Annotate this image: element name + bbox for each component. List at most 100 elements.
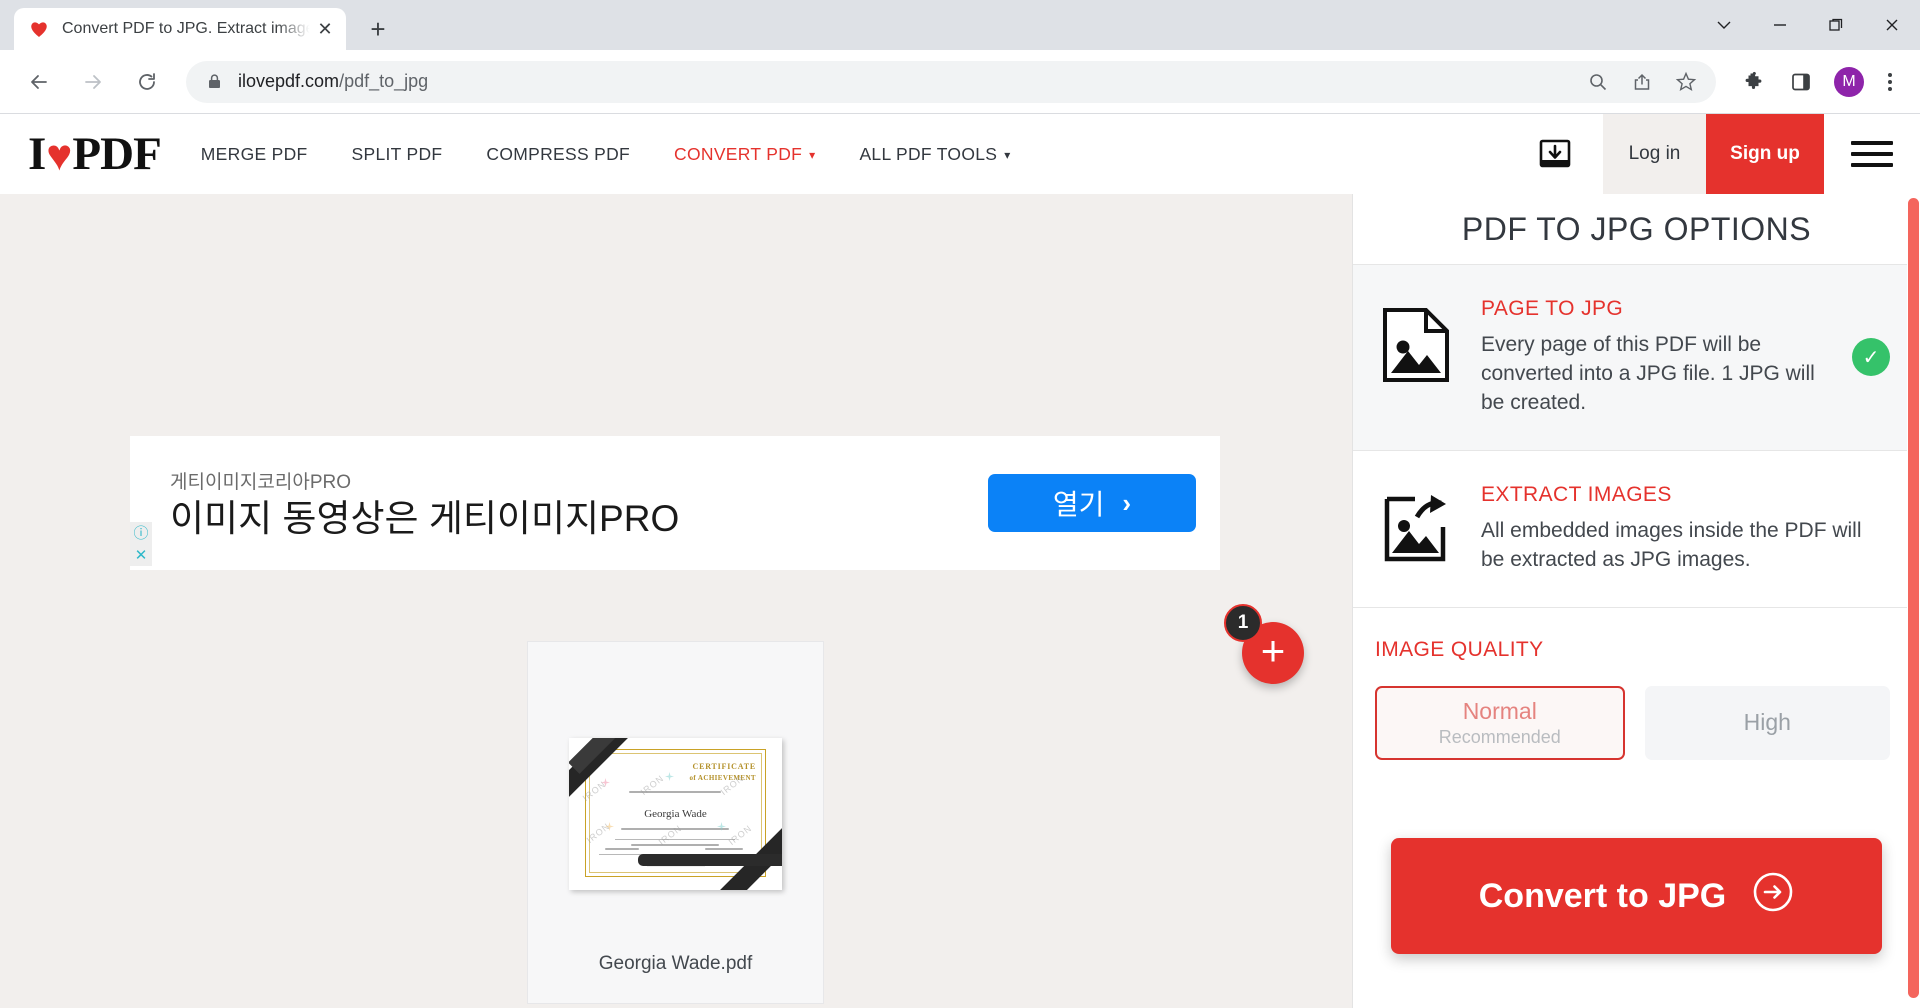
quality-sublabel: Recommended [1438, 726, 1561, 747]
add-file-button[interactable]: + 1 [1224, 604, 1304, 684]
image-quality-section: IMAGE QUALITY Normal Recommended High [1353, 606, 1920, 760]
file-name: Georgia Wade.pdf [598, 953, 753, 974]
certificate-title-line2: of ACHIEVEMENT [689, 773, 756, 782]
nav-split-pdf[interactable]: SPLIT PDF [330, 114, 465, 194]
bookmark-star-icon[interactable] [1666, 62, 1706, 102]
option-page-to-jpg[interactable]: PAGE TO JPG Every page of this PDF will … [1353, 264, 1920, 450]
close-window-icon[interactable] [1864, 0, 1920, 50]
ilovepdf-logo[interactable]: I ♥ PDF [0, 114, 179, 194]
extract-image-icon [1375, 483, 1457, 565]
certificate-text-line [705, 848, 743, 850]
reload-button[interactable] [126, 61, 168, 103]
url-text: ilovepdf.com/pdf_to_jpg [238, 71, 1574, 92]
ad-cta-button[interactable]: 열기 › [988, 474, 1196, 532]
tab-search-chevron-icon[interactable] [1696, 0, 1752, 50]
watermark-mark-icon [601, 778, 610, 787]
extensions-puzzle-icon[interactable] [1732, 61, 1774, 103]
window-controls [1696, 0, 1920, 50]
page-content: I ♥ PDF MERGE PDF SPLIT PDF COMPRESS PDF C… [0, 114, 1920, 1008]
tab-strip: Convert PDF to JPG. Extract images ✕ + [0, 0, 1920, 50]
back-button[interactable] [18, 61, 60, 103]
adchoices-controls: ⓘ ✕ [130, 522, 152, 566]
tab-title: Convert PDF to JPG. Extract images [62, 20, 312, 37]
browser-toolbar: ilovepdf.com/pdf_to_jpg M [0, 50, 1920, 114]
search-icon[interactable] [1578, 62, 1618, 102]
signup-button[interactable]: Sign up [1706, 114, 1824, 194]
share-icon[interactable] [1622, 62, 1662, 102]
option-description: All embedded images inside the PDF will … [1481, 518, 1862, 571]
certificate-text-line [605, 848, 639, 850]
ad-copy: 게티이미지코리아PRO 이미지 동영상은 게티이미지PRO [170, 467, 988, 539]
forward-button[interactable] [72, 61, 114, 103]
profile-avatar[interactable]: M [1834, 66, 1864, 97]
workspace: 게티이미지코리아PRO 이미지 동영상은 게티이미지PRO 열기 › ⓘ ✕ C… [0, 194, 1920, 1008]
arrow-right-circle-icon [1752, 871, 1794, 922]
option-description: Every page of this PDF will be converted… [1481, 333, 1815, 414]
nav-label: COMPRESS PDF [486, 143, 631, 164]
new-tab-button[interactable]: + [360, 11, 396, 47]
corner-ribbon [638, 854, 782, 866]
login-button[interactable]: Log in [1603, 114, 1706, 194]
certificate-title-line1: CERTIFICATE [692, 762, 756, 771]
nav-label: ALL PDF TOOLS [859, 143, 998, 164]
main-navigation: MERGE PDF SPLIT PDF COMPRESS PDF CONVERT… [179, 114, 1033, 194]
minimize-window-icon[interactable] [1752, 0, 1808, 50]
convert-button-label: Convert to JPG [1478, 876, 1727, 915]
nav-all-pdf-tools[interactable]: ALL PDF TOOLS ▾ [837, 114, 1032, 194]
quality-option-high[interactable]: High [1644, 685, 1890, 760]
image-quality-choices: Normal Recommended High [1375, 685, 1890, 760]
side-panel-icon[interactable] [1780, 61, 1822, 103]
omnibox-actions [1574, 62, 1706, 102]
options-sidebar: PDF TO JPG OPTIONS PAGE TO JPG Every pag… [1352, 194, 1920, 1008]
browser-menu-button[interactable] [1872, 61, 1908, 103]
option-body: PAGE TO JPG Every page of this PDF will … [1481, 297, 1828, 418]
nav-label: CONVERT PDF [674, 143, 803, 164]
address-bar[interactable]: ilovepdf.com/pdf_to_jpg [186, 60, 1716, 103]
watermark-mark-icon [717, 822, 726, 831]
chevron-down-icon: ▾ [809, 148, 816, 162]
options-title: PDF TO JPG OPTIONS [1461, 210, 1812, 247]
chevron-down-icon: ▾ [1004, 148, 1011, 162]
header-right-actions: Log in Sign up [1507, 114, 1920, 194]
nav-compress-pdf[interactable]: COMPRESS PDF [464, 114, 652, 194]
page-image-icon [1375, 297, 1457, 383]
nav-label: SPLIT PDF [351, 143, 443, 164]
ad-close-icon[interactable]: ✕ [130, 544, 152, 566]
advertisement: 게티이미지코리아PRO 이미지 동영상은 게티이미지PRO 열기 › ⓘ ✕ [130, 436, 1220, 570]
watermark-mark-icon [605, 822, 614, 831]
nav-label: MERGE PDF [200, 143, 308, 164]
nav-merge-pdf[interactable]: MERGE PDF [179, 114, 330, 194]
lock-icon [204, 73, 224, 90]
browser-tab[interactable]: Convert PDF to JPG. Extract images ✕ [14, 8, 346, 50]
ad-info-icon[interactable]: ⓘ [130, 522, 152, 544]
file-card[interactable]: CERTIFICATE of ACHIEVEMENT Georgia Wade [527, 641, 824, 1004]
chevron-right-icon: › [1122, 487, 1132, 518]
watermark-mark-icon [665, 772, 674, 781]
browser-window: Convert PDF to JPG. Extract images ✕ + i… [0, 0, 1920, 1008]
page-scrollbar[interactable] [1907, 194, 1920, 1008]
nav-convert-pdf[interactable]: CONVERT PDF ▾ [652, 114, 837, 194]
certificate-artwork: CERTIFICATE of ACHIEVEMENT Georgia Wade [569, 738, 782, 890]
quality-label: Normal [1462, 697, 1537, 724]
certificate-text-line [631, 844, 719, 846]
desktop-download-icon[interactable] [1507, 114, 1603, 194]
ad-cta-label: 열기 [1052, 489, 1105, 520]
ad-banner[interactable]: 게티이미지코리아PRO 이미지 동영상은 게티이미지PRO 열기 › [130, 436, 1220, 570]
quality-option-normal[interactable]: Normal Recommended [1375, 685, 1625, 760]
certificate-recipient: Georgia Wade [644, 808, 707, 820]
hamburger-menu-icon[interactable] [1824, 114, 1920, 194]
restore-window-icon[interactable] [1808, 0, 1864, 50]
quality-label: High [1743, 709, 1791, 736]
logo-heart-icon: ♥ [46, 130, 72, 180]
url-host: ilovepdf.com [238, 71, 340, 91]
close-tab-icon[interactable]: ✕ [312, 16, 338, 42]
option-title: EXTRACT IMAGES [1481, 482, 1672, 506]
site-header: I ♥ PDF MERGE PDF SPLIT PDF COMPRESS PDF C… [0, 114, 1920, 194]
convert-to-jpg-button[interactable]: Convert to JPG [1391, 838, 1882, 954]
scrollbar-thumb[interactable] [1908, 198, 1919, 998]
option-extract-images[interactable]: EXTRACT IMAGES All embedded images insid… [1353, 449, 1920, 607]
ilovepdf-heart-icon [28, 18, 50, 40]
logo-i: I [28, 128, 46, 180]
pdf-thumbnail: CERTIFICATE of ACHIEVEMENT Georgia Wade [569, 738, 782, 890]
file-count-badge: 1 [1224, 604, 1262, 642]
